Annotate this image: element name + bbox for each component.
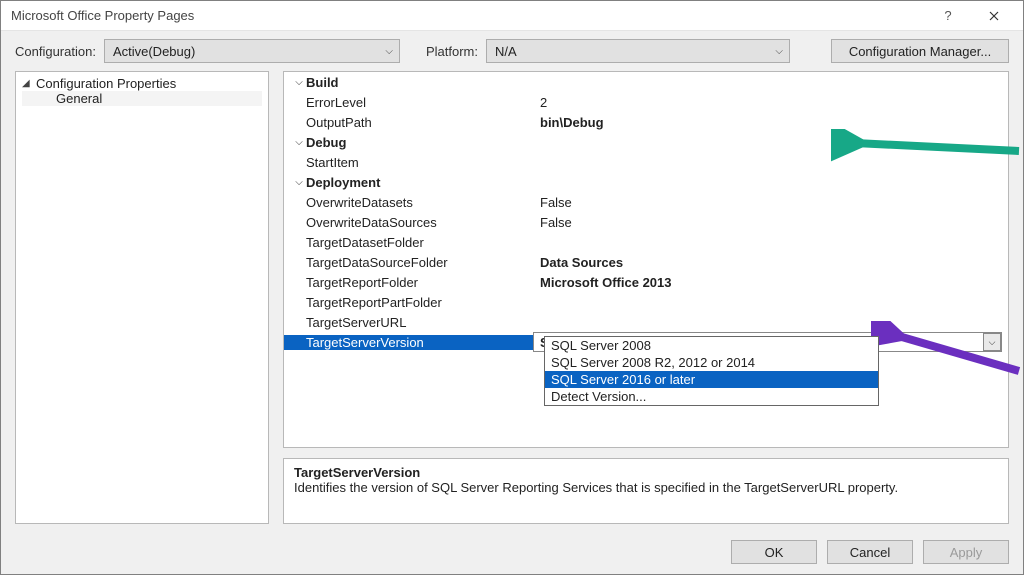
- tree-node-general[interactable]: General: [22, 91, 262, 106]
- dialog-footer: OK Cancel Apply: [1, 530, 1023, 574]
- targetserverversion-dropdown[interactable]: SQL Server 2008 SQL Server 2008 R2, 2012…: [544, 336, 879, 406]
- dropdown-option[interactable]: Detect Version...: [545, 388, 878, 405]
- chevron-down-icon: ⌵: [292, 177, 306, 188]
- description-panel: TargetServerVersion Identifies the versi…: [283, 458, 1009, 524]
- chevron-down-icon: ⌵: [775, 46, 783, 57]
- chevron-down-icon: ⌵: [385, 46, 393, 57]
- content-area: ◢ Configuration Properties General ⌵Buil…: [1, 71, 1023, 530]
- prop-errorlevel[interactable]: ErrorLevel2: [284, 92, 1008, 112]
- prop-targetdatasetfolder[interactable]: TargetDatasetFolder: [284, 232, 1008, 252]
- platform-combo[interactable]: N/A ⌵: [486, 39, 790, 63]
- category-build[interactable]: ⌵Build: [284, 72, 1008, 92]
- cancel-button[interactable]: Cancel: [827, 540, 913, 564]
- collapse-icon: ◢: [22, 78, 34, 89]
- right-panel: ⌵Build ErrorLevel2 OutputPathbin\Debug ⌵…: [283, 71, 1009, 524]
- configuration-value: Active(Debug): [113, 44, 195, 59]
- prop-outputpath[interactable]: OutputPathbin\Debug: [284, 112, 1008, 132]
- prop-targetreportpartfolder[interactable]: TargetReportPartFolder: [284, 292, 1008, 312]
- category-debug[interactable]: ⌵Debug: [284, 132, 1008, 152]
- config-manager-button[interactable]: Configuration Manager...: [831, 39, 1009, 63]
- configuration-label: Configuration:: [15, 44, 96, 59]
- config-toolbar: Configuration: Active(Debug) ⌵ Platform:…: [1, 31, 1023, 71]
- configuration-combo[interactable]: Active(Debug) ⌵: [104, 39, 400, 63]
- platform-value: N/A: [495, 44, 517, 59]
- prop-targetreportfolder[interactable]: TargetReportFolderMicrosoft Office 2013: [284, 272, 1008, 292]
- dropdown-option[interactable]: SQL Server 2008: [545, 337, 878, 354]
- prop-targetdatasourcefolder[interactable]: TargetDataSourceFolderData Sources: [284, 252, 1008, 272]
- tree-node-config-props[interactable]: ◢ Configuration Properties: [22, 76, 262, 91]
- property-grid: ⌵Build ErrorLevel2 OutputPathbin\Debug ⌵…: [283, 71, 1009, 448]
- prop-overwritedatasources[interactable]: OverwriteDataSourcesFalse: [284, 212, 1008, 232]
- category-deployment[interactable]: ⌵Deployment: [284, 172, 1008, 192]
- close-icon: [989, 11, 999, 21]
- dropdown-option-selected[interactable]: SQL Server 2016 or later: [545, 371, 878, 388]
- chevron-down-icon: ⌵: [983, 333, 1001, 351]
- chevron-down-icon: ⌵: [292, 137, 306, 148]
- close-button[interactable]: [971, 1, 1017, 31]
- description-header: TargetServerVersion: [294, 465, 998, 480]
- ok-button[interactable]: OK: [731, 540, 817, 564]
- titlebar: Microsoft Office Property Pages ?: [1, 1, 1023, 31]
- apply-button[interactable]: Apply: [923, 540, 1009, 564]
- platform-label: Platform:: [426, 44, 478, 59]
- chevron-down-icon: ⌵: [292, 77, 306, 88]
- prop-targetserverurl[interactable]: TargetServerURL: [284, 312, 1008, 332]
- prop-startitem[interactable]: StartItem: [284, 152, 1008, 172]
- dialog-window: Microsoft Office Property Pages ? Config…: [0, 0, 1024, 575]
- prop-overwritedatasets[interactable]: OverwriteDatasetsFalse: [284, 192, 1008, 212]
- description-body: Identifies the version of SQL Server Rep…: [294, 480, 998, 495]
- window-title: Microsoft Office Property Pages: [11, 8, 925, 23]
- nav-tree[interactable]: ◢ Configuration Properties General: [15, 71, 269, 524]
- help-button[interactable]: ?: [925, 1, 971, 31]
- dropdown-option[interactable]: SQL Server 2008 R2, 2012 or 2014: [545, 354, 878, 371]
